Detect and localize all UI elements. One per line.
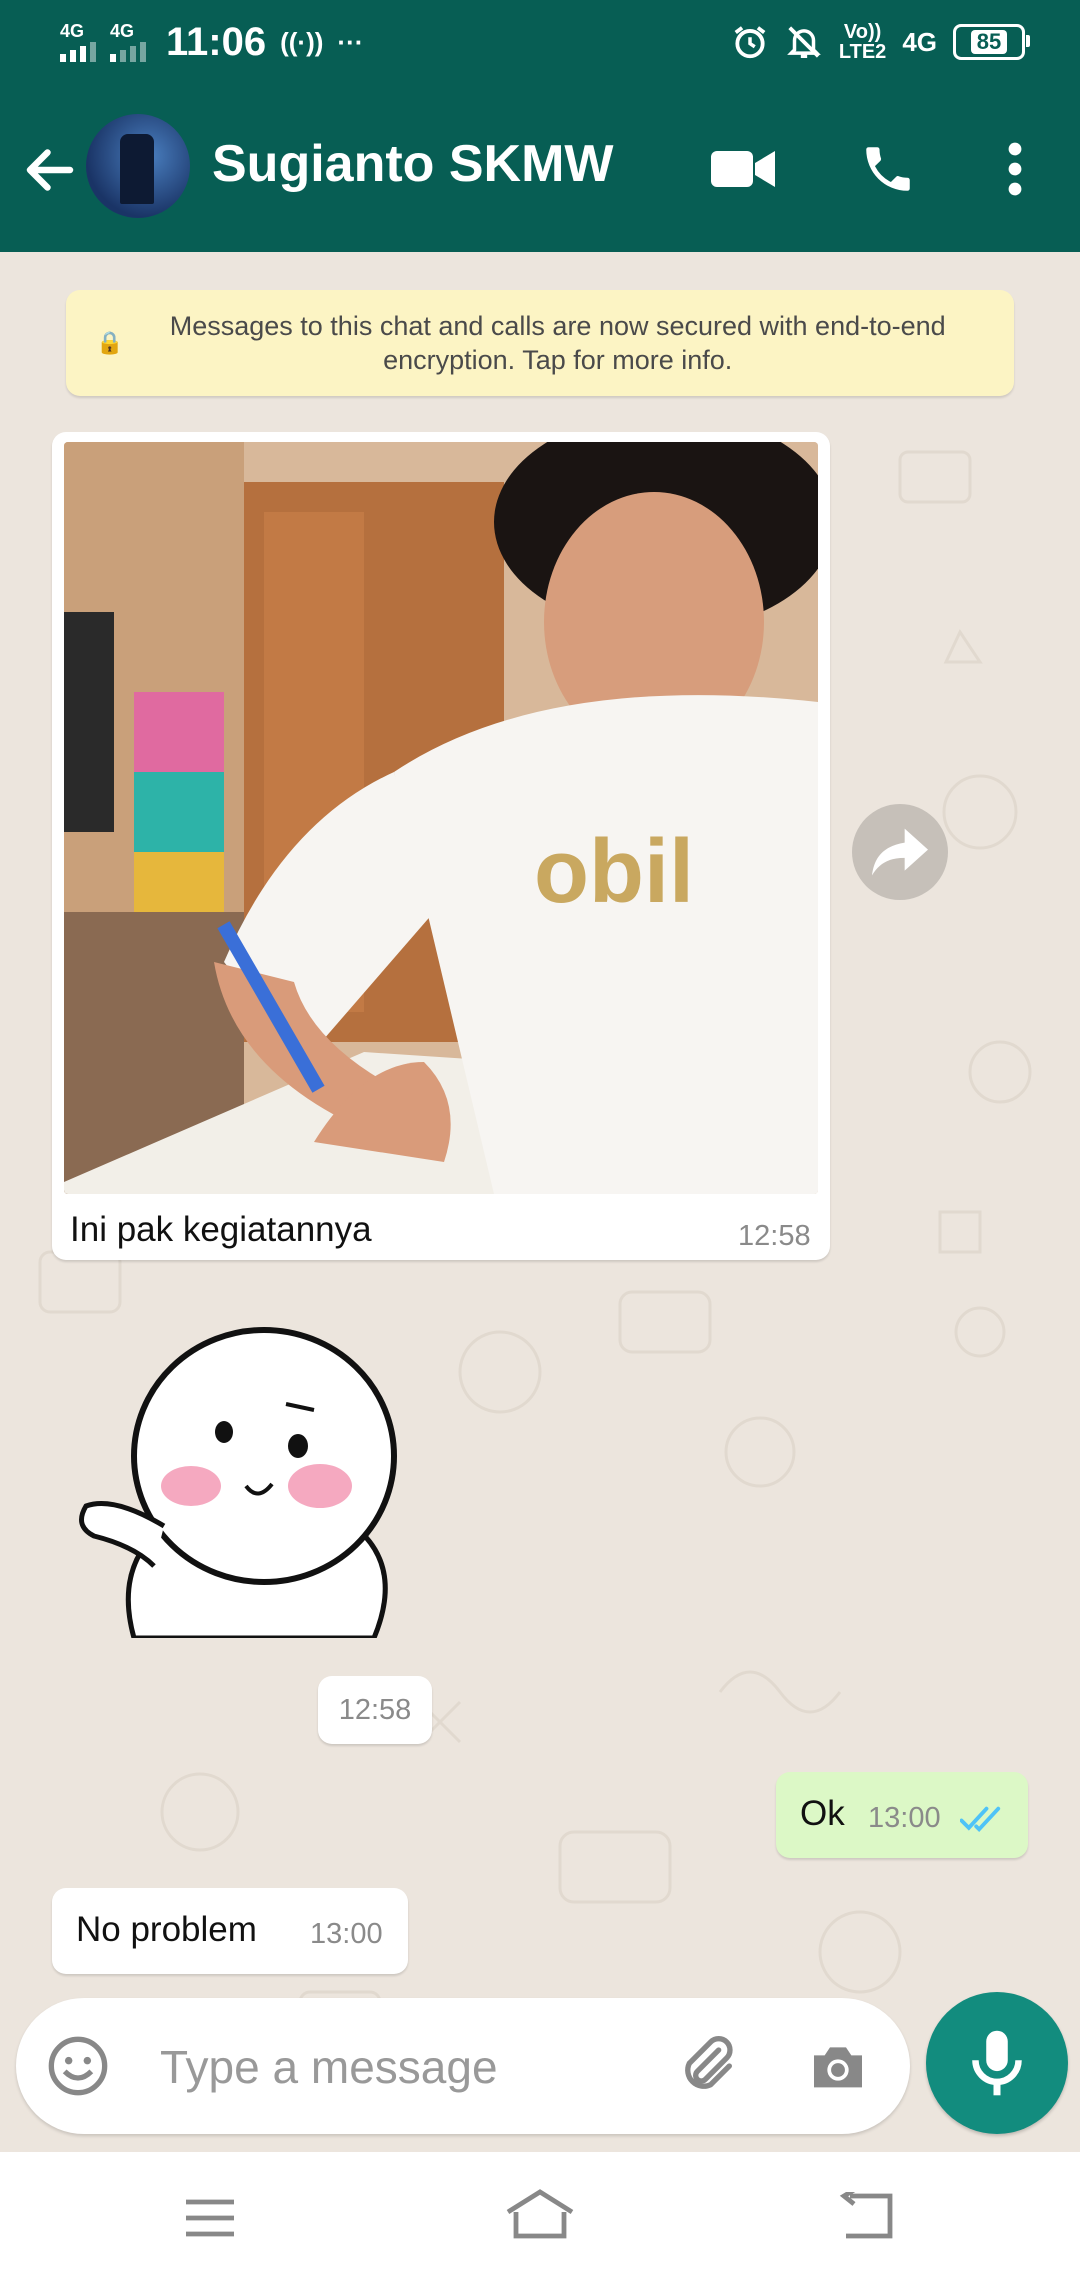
message-text: No problem	[76, 1910, 257, 1949]
photo-illustration: obil	[64, 442, 818, 1194]
clock: 11:06	[166, 19, 267, 64]
phone-icon	[866, 147, 910, 191]
battery-level: 85	[970, 30, 1008, 54]
sticker-message[interactable]	[74, 1326, 420, 1638]
status-bar: 4G 4G 11:06 ((·)) ··· Vo)) LTE2 4G 85	[0, 0, 1080, 84]
network-type-label: 4G	[902, 26, 937, 57]
attach-paperclip-icon[interactable]	[676, 2034, 740, 2098]
message-input[interactable]: Type a message	[16, 1998, 910, 2134]
voice-message-button[interactable]	[926, 1992, 1068, 2134]
forward-button[interactable]	[852, 804, 948, 900]
message-timestamp: 13:00	[868, 1802, 941, 1834]
volte-indicator: Vo)) LTE2	[838, 21, 887, 63]
message-timestamp: 12:58	[738, 1220, 811, 1252]
message-timestamp: 12:58	[338, 1693, 412, 1726]
back-arrow-icon[interactable]	[20, 140, 80, 200]
home-icon[interactable]	[504, 2188, 576, 2240]
double-check-read-icon	[960, 1806, 1001, 1833]
message-placeholder: Type a message	[160, 2041, 498, 2093]
contact-avatar[interactable]	[86, 114, 190, 218]
more-options-button[interactable]	[980, 134, 1050, 204]
emoji-icon[interactable]	[46, 2034, 110, 2098]
chat-area[interactable]: 🔒 Messages to this chat and calls are no…	[0, 252, 1080, 2152]
message-composer: Type a message	[0, 1992, 1080, 2152]
back-nav-icon[interactable]	[838, 2192, 896, 2240]
image-caption: Ini pak kegiatannya	[70, 1210, 372, 1249]
image-message[interactable]: obil Ini pak kegiatannya 12:58	[52, 432, 830, 1260]
more-notifications-icon: ···	[337, 26, 364, 57]
lock-icon: 🔒	[96, 330, 124, 355]
kebab-menu-icon	[1008, 142, 1022, 196]
microphone-icon	[972, 2030, 1022, 2096]
signal-bars-icon	[60, 40, 96, 62]
recent-apps-icon[interactable]	[180, 2196, 240, 2240]
network-type-label: 4G	[110, 21, 135, 41]
voice-call-button[interactable]	[853, 134, 923, 204]
signal-sim2: 4G	[110, 22, 146, 62]
signal-bars-icon	[110, 40, 146, 62]
svg-text:obil: obil	[534, 822, 694, 922]
encryption-notice[interactable]: 🔒 Messages to this chat and calls are no…	[66, 290, 1014, 396]
encryption-notice-text: Messages to this chat and calls are now …	[169, 311, 946, 375]
outgoing-message[interactable]: Ok 13:00	[776, 1772, 1028, 1858]
video-call-button[interactable]	[708, 134, 778, 204]
battery-icon: 85	[953, 24, 1030, 60]
system-navigation-bar	[0, 2152, 1080, 2280]
hotspot-icon: ((·))	[280, 26, 324, 57]
message-text: Ok	[800, 1794, 845, 1833]
message-photo[interactable]: obil	[64, 442, 818, 1194]
network-type-label: 4G	[60, 21, 85, 41]
mute-bell-icon	[787, 26, 821, 58]
chat-header: Sugianto SKMW	[0, 84, 1080, 252]
contact-name[interactable]: Sugianto SKMW	[212, 134, 614, 194]
alarm-icon	[734, 26, 766, 59]
signal-sim1: 4G	[60, 22, 96, 62]
camera-icon[interactable]	[806, 2034, 870, 2098]
message-timestamp: 13:00	[310, 1918, 383, 1950]
forward-arrow-icon	[872, 828, 928, 876]
incoming-message[interactable]: No problem 13:00	[52, 1888, 408, 1974]
sticker-timestamp-chip: 12:58	[318, 1676, 432, 1744]
video-camera-icon	[711, 151, 775, 187]
